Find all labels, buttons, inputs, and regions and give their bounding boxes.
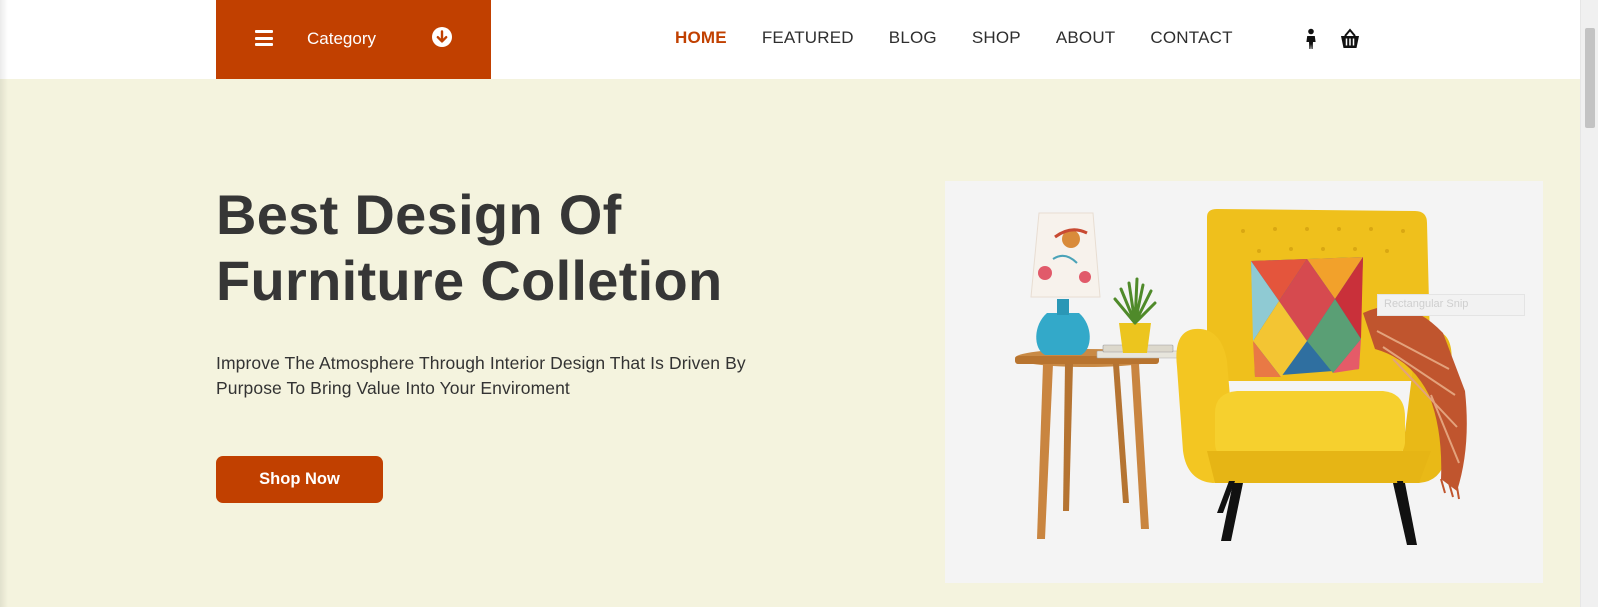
- hero-title-line2: Furniture Colletion: [216, 249, 723, 312]
- cart-icon[interactable]: [1338, 28, 1362, 50]
- hero-subtitle-line2: Purpose To Bring Value Into Your Envirom…: [216, 377, 570, 398]
- nav-shop[interactable]: SHOP: [972, 28, 1021, 50]
- site-header: Category HOME FEATURED BLOG SHOP ABOUT C…: [0, 0, 1580, 79]
- hero-subtitle-line1: Improve The Atmosphere Through Interior …: [216, 353, 746, 373]
- nav-featured[interactable]: FEATURED: [762, 28, 854, 50]
- main-nav: HOME FEATURED BLOG SHOP ABOUT CONTACT: [675, 28, 1268, 50]
- vertical-scrollbar[interactable]: [1580, 0, 1598, 607]
- nav-contact[interactable]: CONTACT: [1150, 28, 1232, 50]
- page: Category HOME FEATURED BLOG SHOP ABOUT C…: [0, 0, 1580, 607]
- hero-subtitle: Improve The Atmosphere Through Interior …: [216, 351, 776, 400]
- hero-product-image: Rectangular Snip: [945, 181, 1543, 583]
- hero-title: Best Design Of Furniture Colletion: [216, 182, 816, 314]
- nav-home[interactable]: HOME: [675, 28, 727, 50]
- hero-title-line1: Best Design Of: [216, 183, 622, 246]
- hero-section: Best Design Of Furniture Colletion Impro…: [0, 79, 1580, 607]
- nav-about[interactable]: ABOUT: [1056, 28, 1116, 50]
- scrollbar-thumb[interactable]: [1585, 28, 1595, 128]
- snip-overlay-label: Rectangular Snip: [1377, 294, 1525, 316]
- user-icon[interactable]: [1303, 28, 1319, 50]
- shop-now-button[interactable]: Shop Now: [216, 456, 383, 503]
- nav-blog[interactable]: BLOG: [889, 28, 937, 50]
- category-dropdown[interactable]: Category: [216, 0, 491, 79]
- menu-icon[interactable]: [255, 30, 273, 46]
- furniture-illustration: [1015, 209, 1467, 545]
- edge-shadow: [0, 0, 8, 607]
- arrow-down-circle-icon[interactable]: [431, 26, 453, 48]
- category-label: Category: [307, 29, 376, 48]
